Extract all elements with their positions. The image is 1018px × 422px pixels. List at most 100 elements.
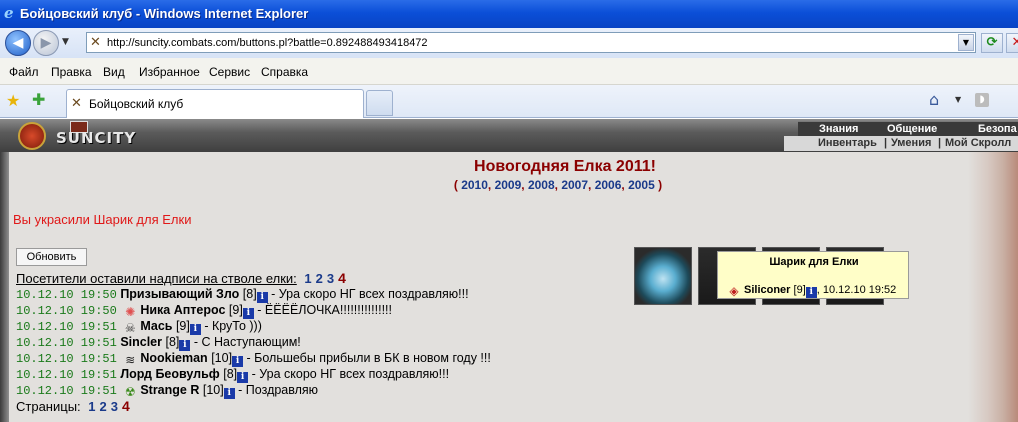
year-link-2007[interactable]: 2007 [561,178,588,192]
year-link-2006[interactable]: 2006 [595,178,622,192]
menu-edit[interactable]: Правка [51,65,92,79]
address-bar[interactable]: ✕ ▼ [86,32,976,53]
log-time: 10.12.10 19:51 [16,384,117,398]
year-link-2005[interactable]: 2005 [628,178,655,192]
page-link-2[interactable]: 2 [100,399,107,414]
tab-bar: ★ ✚ ✕ Бойцовский клуб ⌂ ▼ ◗ [0,85,1018,118]
nav-skills[interactable]: Умения [891,137,931,149]
nav-inventory[interactable]: Инвентарь [818,137,877,149]
log-time: 10.12.10 19:51 [16,320,117,334]
history-dropdown-icon[interactable]: ▼ [62,37,69,47]
page-link-3[interactable]: 3 [111,399,118,414]
log-text: - Поздравляю [234,383,319,397]
pagination: Страницы: 1234 [16,398,130,414]
info-icon: i [805,287,817,298]
tab-label: Бойцовский клуб [89,97,184,111]
url-input[interactable] [107,35,957,50]
refresh-button[interactable]: Обновить [16,248,87,266]
favorites-star-icon[interactable]: ★ [6,91,20,110]
site-nav-top: Знания Общение Безопа [798,121,1018,136]
log-time: 10.12.10 19:51 [16,368,117,382]
page-link-2[interactable]: 2 [316,271,323,286]
address-toolbar: ◀ ▶ ▼ ✕ ▼ ⟳ ✕ [0,28,1018,58]
page-link-1[interactable]: 1 [88,399,95,414]
menu-view[interactable]: Вид [103,65,125,79]
menu-file[interactable]: Файл [9,65,39,79]
nav-separator: | [938,137,942,149]
site-header: SUNCITY Знания Общение Безопа Инвентарь … [0,119,1018,152]
ie-logo-icon: e [4,4,14,22]
tooltip-date: , 10.12.10 19:52 [816,284,897,296]
nav-safety[interactable]: Безопа [978,123,1017,135]
log-text: - Ура скоро НГ всех поздравляю!!! [248,367,450,381]
log-time: 10.12.10 19:50 [16,304,117,318]
log-text: - Ура скоро НГ всех поздравляю!!! [267,287,469,301]
log-row: 10.12.10 19:51 Лорд Беовульф [8] i - Ура … [16,366,636,383]
pages-label: Страницы: [16,399,81,414]
log-row: 10.12.10 19:50 Призывающий Зло [8] i - Ур… [16,286,636,303]
log-text: - ЁЁЁЁЛОЧКА!!!!!!!!!!!!!!! [253,303,392,317]
year-link-2010[interactable]: 2010 [461,178,488,192]
right-border-decoration [968,152,1018,422]
clan-badge-icon: ◈ [729,284,739,298]
info-icon[interactable]: i [223,388,235,399]
page-link-3[interactable]: 3 [327,271,334,286]
nav-separator: | [884,137,888,149]
visitors-heading: Посетители оставили надписи на стволе ел… [16,270,346,286]
home-dropdown-icon[interactable]: ▼ [955,95,961,104]
log-time: 10.12.10 19:51 [16,352,117,366]
menu-favorites[interactable]: Избранное [139,65,200,79]
add-favorite-icon[interactable]: ✚ [32,90,45,109]
ornament-ball-image[interactable] [634,247,692,305]
log-text: - С Наступающим! [190,335,301,349]
page-title: Новогодняя Елка 2011! [474,158,656,175]
rss-feed-icon[interactable]: ◗ [975,93,989,107]
message-log: 10.12.10 19:50 Призывающий Зло [8] i - Ур… [16,286,636,399]
stop-icon[interactable]: ✕ [1006,33,1018,53]
tooltip-level: [9] [793,284,806,296]
log-nick[interactable]: Nookieman [140,351,207,365]
log-nick[interactable]: Strange R [140,383,199,397]
nav-my-scroll[interactable]: Мой Скролл [945,137,1011,149]
tooltip-title: Шарик для Елки [769,256,859,268]
log-nick[interactable]: Sincler [120,335,162,349]
year-links: ( 2010, 2009, 2008, 2007, 2006, 2005 ) [453,178,663,192]
page-current-4: 4 [121,398,130,414]
suncity-emblem-icon [18,122,46,150]
tooltip-line: ◈ Siliconer [9] i, 10.12.10 19:52 [724,284,896,298]
year-paren-close: ) [654,178,663,192]
tab-active[interactable]: ✕ Бойцовский клуб [66,89,364,118]
menu-help[interactable]: Справка [261,65,308,79]
back-button[interactable]: ◀ [5,30,31,56]
log-nick[interactable]: Лорд Беовульф [120,367,219,381]
refresh-icon[interactable]: ⟳ [981,33,1003,53]
year-link-2009[interactable]: 2009 [495,178,522,192]
status-message: Вы украсили Шарик для Елки [13,212,192,227]
window-titlebar: e Бойцовский клуб - Windows Internet Exp… [0,0,1018,28]
home-icon[interactable]: ⌂ [929,90,939,109]
log-nick[interactable]: Мась [140,319,172,333]
log-row: 10.12.10 19:51 ☠ Мась [9] i - КруТо ))) [16,318,636,335]
log-time: 10.12.10 19:51 [16,336,117,350]
page-link-1[interactable]: 1 [304,271,311,286]
new-tab-button[interactable] [366,90,393,116]
log-nick[interactable]: Призывающий Зло [120,287,239,301]
log-level: [8] [165,335,180,349]
log-level: [9] [175,319,190,333]
address-dropdown-icon[interactable]: ▼ [958,34,974,51]
log-row: 10.12.10 19:51 ☢ Strange R [10] i - Поздра… [16,382,636,399]
log-row: 10.12.10 19:50 ✺ Ника Аптерос [9] i - ЁЁЁЁ… [16,302,636,319]
nav-knowledge[interactable]: Знания [819,123,858,135]
forward-button[interactable]: ▶ [33,30,59,56]
nav-communication[interactable]: Общение [887,123,937,135]
log-level: [8] [242,287,257,301]
window-title: Бойцовский клуб - Windows Internet Explo… [20,6,309,21]
log-level: [8] [223,367,238,381]
visitors-heading-text: Посетители оставили надписи на стволе ел… [16,271,297,286]
log-level: [10] [211,351,233,365]
log-time: 10.12.10 19:50 [16,288,117,302]
menu-tools[interactable]: Сервис [209,65,250,79]
log-nick[interactable]: Ника Аптерос [140,303,225,317]
site-logo: SUNCITY [56,129,137,147]
year-link-2008[interactable]: 2008 [528,178,555,192]
